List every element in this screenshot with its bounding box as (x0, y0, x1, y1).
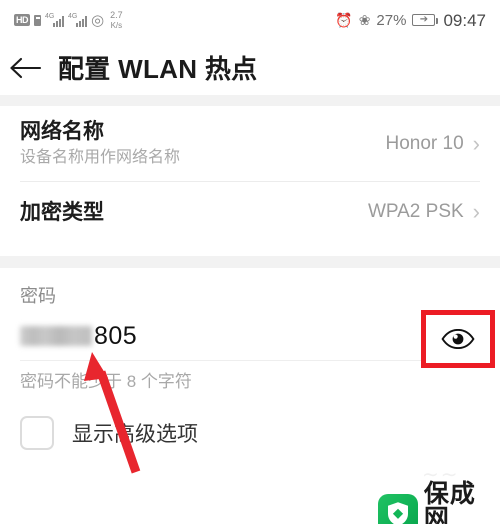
row-network-name-subtitle: 设备名称用作网络名称 (20, 148, 181, 166)
back-arrow-icon (10, 57, 42, 78)
password-input-underline (20, 360, 480, 361)
password-visible-suffix: 805 (94, 322, 138, 350)
status-bar-clock: 09:47 (443, 10, 486, 30)
signal-bars-1 (53, 15, 64, 27)
chevron-right-icon: › (472, 199, 480, 224)
battery-percent-label: 27% (376, 11, 407, 29)
row-network-name-title: 网络名称 (20, 119, 104, 143)
watermark: 保成网 zsbaocheng.net (378, 482, 500, 524)
row-network-name-right: Honor 10 › (385, 130, 481, 156)
row-network-name-texts: 网络名称 设备名称用作网络名称 (20, 119, 180, 169)
alarm-clock-icon: ⏰ (335, 12, 353, 28)
status-bar-right: ⏰ ❀ 27% ➔ 09:47 (335, 12, 486, 29)
shield-diamond-logo-icon (378, 494, 418, 524)
chevron-right-icon: › (472, 130, 480, 156)
row-encryption-type[interactable]: 加密类型 WPA2 PSK › (0, 182, 500, 242)
network-type-label-1: 4G (45, 12, 55, 20)
status-bar: HD 4G 4G ◎ 2.7 K/s ⏰ ❀ 27% ➔ 09:47 (0, 0, 500, 40)
signal-strength-icon-2: 4G (68, 12, 87, 27)
network-speed-indicator: 2.7 K/s (110, 9, 123, 30)
password-label: 密码 (20, 286, 56, 306)
watermark-brand: 保成网 (423, 480, 476, 524)
hotspot-icon: ◎ (91, 11, 105, 29)
network-type-label-2: 4G (68, 12, 78, 20)
sim-card-icon (34, 14, 41, 26)
signal-bars-2 (76, 15, 87, 27)
header-separator-band (0, 95, 500, 106)
password-reveal-highlight (421, 310, 495, 368)
password-section-separator-band (0, 256, 500, 268)
row-encryption-type-texts: 加密类型 (20, 200, 104, 225)
shield-icon (387, 502, 408, 524)
row-network-name-value: Honor 10 (385, 132, 464, 154)
watermark-text: 保成网 zsbaocheng.net (424, 482, 500, 524)
battery-charging-icon: ➔ (412, 14, 439, 26)
network-speed-value: 2.7 (110, 9, 123, 20)
status-bar-left: HD 4G 4G ◎ 2.7 K/s (14, 9, 123, 30)
password-hint: 密码不能少于 8 个字符 (20, 372, 192, 391)
show-advanced-options-checkbox[interactable] (20, 416, 54, 450)
signal-strength-icon-1: 4G (45, 12, 64, 27)
row-show-advanced-options[interactable]: 显示高级选项 (20, 416, 198, 450)
page-title: 配置 WLAN 热点 (58, 54, 258, 84)
row-encryption-type-title: 加密类型 (20, 200, 104, 224)
show-advanced-options-label: 显示高级选项 (72, 423, 198, 446)
settings-group-basic: 网络名称 设备名称用作网络名称 Honor 10 › 加密类型 WPA2 PSK… (0, 106, 500, 256)
password-blur-mask (20, 326, 92, 346)
phone-screen: HD 4G 4G ◎ 2.7 K/s ⏰ ❀ 27% ➔ 09:47 配置 WL… (0, 0, 500, 524)
bluetooth-icon: ❀ (358, 12, 371, 28)
row-encryption-type-right: WPA2 PSK › (368, 201, 480, 223)
back-button[interactable] (0, 40, 52, 95)
password-input[interactable]: 805 (20, 322, 137, 350)
network-speed-unit: K/s (110, 20, 123, 30)
row-encryption-type-value: WPA2 PSK (367, 201, 464, 222)
hd-voice-icon: HD (14, 14, 30, 26)
password-reveal-button[interactable] (441, 329, 475, 349)
eye-icon (441, 329, 475, 349)
title-bar: 配置 WLAN 热点 (0, 40, 500, 95)
row-network-name[interactable]: 网络名称 设备名称用作网络名称 Honor 10 › (0, 106, 500, 181)
